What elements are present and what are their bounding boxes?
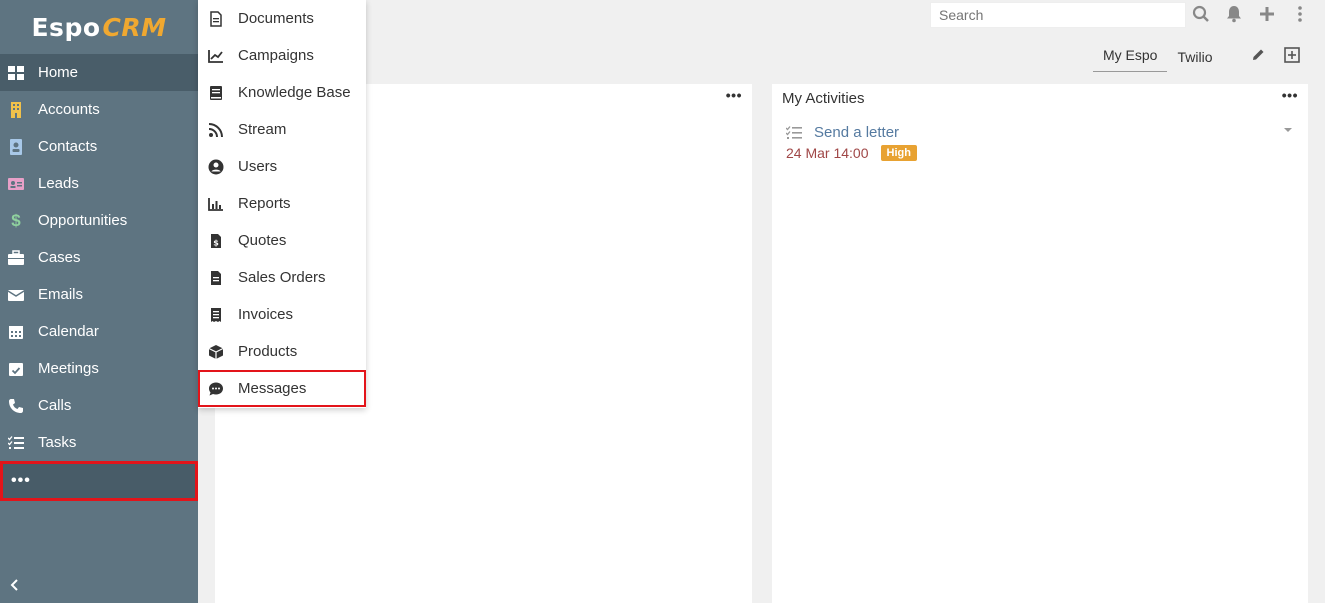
sidebar-item-tasks[interactable]: Tasks <box>0 424 198 461</box>
dropdown-item-label: Invoices <box>238 306 294 323</box>
activity-link[interactable]: Send a letter <box>814 124 899 141</box>
svg-text:$: $ <box>213 238 219 247</box>
sidebar-item-opportunities[interactable]: $ Opportunities <box>0 202 198 239</box>
dropdown-item-reports[interactable]: Reports <box>198 185 366 222</box>
envelope-icon <box>8 287 24 303</box>
calendar-icon <box>8 324 24 340</box>
sidebar-item-calls[interactable]: Calls <box>0 387 198 424</box>
sidebar-item-label: Meetings <box>38 360 99 377</box>
dropdown-item-label: Reports <box>238 195 291 212</box>
add-dashlet-button[interactable] <box>1283 46 1301 64</box>
sidebar-item-label: Opportunities <box>38 212 128 229</box>
dropdown-item-label: Knowledge Base <box>238 84 351 101</box>
more-tabs-dropdown: Documents Campaigns Knowledge Base Strea… <box>198 0 366 408</box>
dropdown-item-label: Campaigns <box>238 47 314 64</box>
sidebar-item-label: Contacts <box>38 138 98 155</box>
dropdown-item-products[interactable]: Products <box>198 333 366 370</box>
tab-twilio[interactable]: Twilio <box>1167 43 1222 71</box>
logo-text-main: Espo <box>31 12 101 42</box>
user-circle-icon <box>208 159 224 175</box>
sidebar: EspoCRM Home Accounts Contacts Leads $ O… <box>0 0 198 603</box>
dropdown-item-label: Documents <box>238 10 314 27</box>
file-icon <box>208 10 224 27</box>
dropdown-item-campaigns[interactable]: Campaigns <box>198 37 366 74</box>
sidebar-item-label: Emails <box>38 286 84 303</box>
dropdown-item-documents[interactable]: Documents <box>198 0 366 37</box>
cube-icon <box>208 344 224 360</box>
dashlet-menu-button[interactable]: ••• <box>1282 88 1298 102</box>
dropdown-item-label: Users <box>238 158 278 175</box>
sidebar-item-cases[interactable]: Cases <box>0 239 198 276</box>
sidebar-item-home[interactable]: Home <box>0 54 198 91</box>
dropdown-item-invoices[interactable]: Invoices <box>198 296 366 333</box>
phone-icon <box>8 398 24 414</box>
dropdown-item-users[interactable]: Users <box>198 148 366 185</box>
activity-date: 24 Mar 14:00 <box>786 145 869 161</box>
dropdown-item-label: Quotes <box>238 232 287 249</box>
kebab-menu-icon[interactable] <box>1291 4 1309 24</box>
sidebar-item-label: Calls <box>38 397 72 414</box>
id-card-icon <box>8 176 24 192</box>
more-dots-icon: ••• <box>11 472 31 489</box>
dropdown-item-label: Products <box>238 343 298 360</box>
bar-chart-icon <box>208 196 224 212</box>
dropdown-item-label: Stream <box>238 121 287 138</box>
collapse-sidebar-button[interactable] <box>8 578 22 595</box>
chart-line-icon <box>208 48 224 64</box>
calendar-check-icon <box>8 361 24 377</box>
tasks-icon <box>8 435 24 451</box>
dashlet-my-activities: My Activities ••• Send a letter 24 Mar 1… <box>772 84 1308 603</box>
sidebar-item-accounts[interactable]: Accounts <box>0 91 198 128</box>
plus-square-icon <box>1284 47 1300 63</box>
sidebar-item-label: Accounts <box>38 101 100 118</box>
plus-icon[interactable] <box>1258 4 1276 24</box>
rss-icon <box>208 122 224 138</box>
dropdown-item-sales-orders[interactable]: Sales Orders <box>198 259 366 296</box>
receipt-icon <box>208 307 224 323</box>
dropdown-item-stream[interactable]: Stream <box>198 111 366 148</box>
dashlet-menu-button[interactable]: ••• <box>726 88 742 102</box>
dropdown-item-knowledge-base[interactable]: Knowledge Base <box>198 74 366 111</box>
sidebar-item-contacts[interactable]: Contacts <box>0 128 198 165</box>
dropdown-item-label: Sales Orders <box>238 269 326 286</box>
top-navbar <box>198 0 1325 30</box>
sidebar-item-emails[interactable]: Emails <box>0 276 198 313</box>
sidebar-item-label: Tasks <box>38 434 77 451</box>
sidebar-more-button[interactable]: ••• <box>0 461 198 501</box>
building-icon <box>8 101 24 118</box>
dropdown-item-messages[interactable]: Messages <box>198 370 366 407</box>
chevron-down-icon[interactable] <box>1284 128 1292 132</box>
pencil-icon <box>1253 49 1264 60</box>
sidebar-item-label: Leads <box>38 175 79 192</box>
sidebar-item-calendar[interactable]: Calendar <box>0 313 198 350</box>
briefcase-icon <box>8 249 24 266</box>
sidebar-item-meetings[interactable]: Meetings <box>0 350 198 387</box>
file-alt-icon <box>208 270 224 286</box>
tab-my-espo[interactable]: My Espo <box>1093 41 1168 72</box>
bell-icon[interactable] <box>1225 4 1243 24</box>
logo-text-accent: CRM <box>102 12 167 42</box>
contact-card-icon <box>8 138 24 155</box>
tasks-icon <box>785 125 802 141</box>
edit-dashboard-button[interactable] <box>1249 46 1267 64</box>
sidebar-item-leads[interactable]: Leads <box>0 165 198 202</box>
priority-badge: High <box>880 145 917 161</box>
dollar-icon: $ <box>11 210 21 230</box>
sidebar-item-label: Cases <box>38 249 81 266</box>
espo-crm-logo[interactable]: EspoCRM <box>0 0 198 54</box>
dashlet-title: My Activities <box>782 90 865 107</box>
chevron-left-icon <box>10 579 18 591</box>
sidebar-item-label: Home <box>38 64 79 81</box>
sms-icon <box>208 381 224 397</box>
search-icon[interactable] <box>1192 4 1210 24</box>
file-invoice-dollar-icon: $ <box>208 233 224 249</box>
dropdown-item-label: Messages <box>238 380 307 397</box>
global-search-input[interactable] <box>930 2 1186 28</box>
book-icon <box>208 85 224 101</box>
activity-list-item: Send a letter 24 Mar 14:00 High <box>785 124 1294 161</box>
sidebar-item-label: Calendar <box>38 323 99 340</box>
dropdown-item-quotes[interactable]: $ Quotes <box>198 222 366 259</box>
home-grid-icon <box>8 65 24 81</box>
dashboard-tabs: My Espo Twilio <box>1093 41 1222 72</box>
